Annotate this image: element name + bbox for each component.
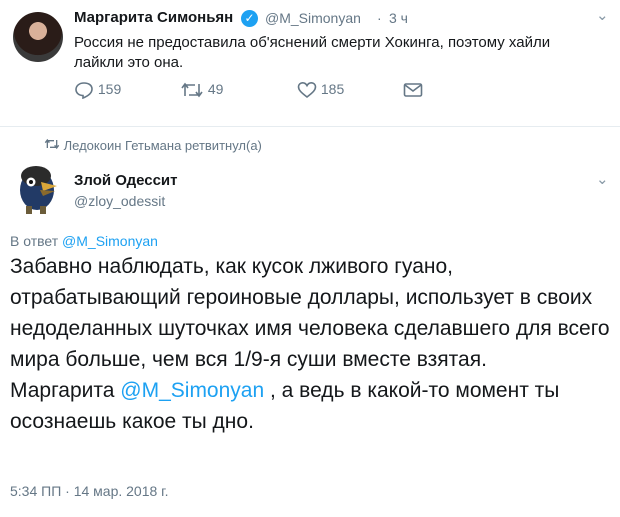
reply-count: 159 [97,81,122,97]
retweet-notice-text: Ледокоин Гетьмана ретвитнул(а) [63,138,262,153]
author-avatar[interactable] [10,160,65,215]
envelope-icon [403,81,423,98]
reply-button[interactable]: 159 [74,81,122,100]
tweet-text: Россия не предоставила об'яснений смерти… [74,34,551,71]
reply-to-prefix: В ответ [10,233,59,249]
mention-link[interactable]: @M_Simonyan [120,379,264,402]
retweet-small-icon [44,138,64,153]
reply-icon [74,81,98,100]
chevron-down-icon[interactable]: ⌄ [596,6,609,24]
author-name[interactable]: Маргарита Симоньян [74,9,233,26]
reply-to-handle-link[interactable]: @M_Simonyan [62,233,158,249]
retweet-count: 49 [207,81,224,97]
tweet-text-paragraph: Маргарита @M_Simonyan , а ведь в какой-т… [10,375,610,437]
like-count: 185 [320,81,345,97]
tweet-divider [0,126,620,127]
direct-message-button[interactable] [403,81,423,98]
separator-dot: · [377,10,382,26]
verified-badge-icon: ✓ [241,10,258,27]
tweet-timestamp[interactable]: 5:34 ПП · 14 мар. 2018 г. [10,483,168,499]
tweet-text-paragraph: Забавно наблюдать, как кусок лживого гуа… [10,255,610,371]
author-handle[interactable]: @zloy_odessit [74,193,165,209]
retweet-button[interactable]: 49 [180,81,223,99]
retweet-notice[interactable]: Ледокоин Гетьмана ретвитнул(а) [44,138,262,153]
chevron-down-icon[interactable]: ⌄ [596,170,609,188]
tweet-text: Забавно наблюдать, как кусок лживого гуа… [10,251,610,437]
author-name[interactable]: Злой Одессит [74,172,178,189]
reply-to-line: В ответ @M_Simonyan [10,233,158,249]
tweet-text-fragment: Маргарита [10,379,121,402]
author-handle[interactable]: @M_Simonyan [265,10,361,26]
like-button[interactable]: 185 [297,81,344,99]
tweet-time[interactable]: 3 ч [389,10,408,26]
retweet-icon [180,81,208,98]
heart-icon [297,81,321,99]
author-avatar[interactable] [13,12,63,62]
